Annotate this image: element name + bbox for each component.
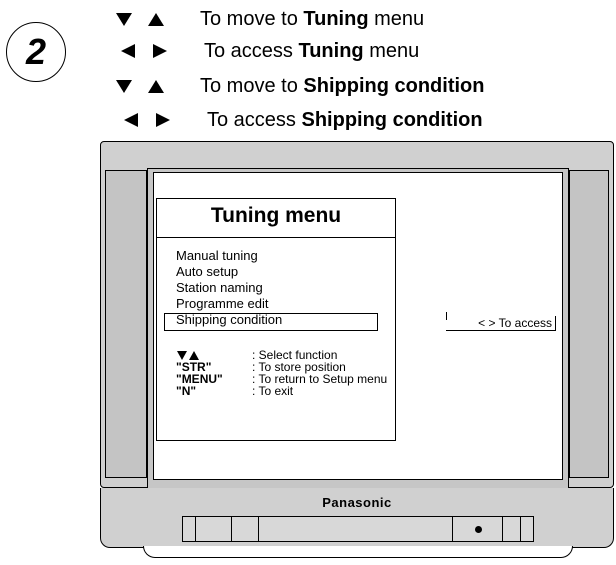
tv-side-panel-right (569, 170, 609, 478)
control-divider (258, 516, 259, 542)
down-up-arrows-icon (115, 77, 190, 95)
instruction-row: To access Tuning menu (119, 38, 419, 64)
menu-item-manual-tuning[interactable]: Manual tuning (176, 248, 282, 264)
control-divider (502, 516, 503, 542)
menu-item-station-naming[interactable]: Station naming (176, 280, 282, 296)
brand-logo: Panasonic (322, 495, 392, 510)
control-divider (231, 516, 232, 542)
control-divider (195, 516, 196, 542)
step-number: 2 (6, 22, 66, 82)
menu-item-auto-setup[interactable]: Auto setup (176, 264, 282, 280)
access-hint: < > To access (446, 316, 556, 331)
help-key-n: "N" (176, 384, 197, 398)
selection-highlight (164, 313, 378, 331)
instruction-text: To move to Shipping condition (200, 74, 485, 97)
tv-side-panel-left (105, 170, 147, 478)
power-indicator-icon (475, 526, 482, 533)
help-row: "N" : To exit (176, 385, 387, 397)
menu-item-programme-edit[interactable]: Programme edit (176, 296, 282, 312)
instruction-row: To move to Shipping condition (115, 73, 484, 99)
instruction-row: To access Shipping condition (122, 107, 483, 133)
instruction-text: To access Tuning menu (204, 39, 420, 62)
menu-title-divider (156, 237, 396, 238)
control-divider (520, 516, 521, 542)
instruction-row: To move to Tuning menu (115, 6, 424, 32)
left-right-arrows-icon (122, 111, 197, 129)
instruction-text: To access Shipping condition (207, 108, 483, 131)
tv-stand (143, 546, 573, 558)
help-desc: : To exit (252, 384, 294, 398)
menu-title: Tuning menu (210, 204, 342, 227)
instruction-text: To move to Tuning menu (200, 7, 425, 30)
help-legend: : Select function "STR" : To store posit… (176, 349, 387, 397)
down-up-arrows-icon (115, 10, 190, 28)
control-divider (452, 516, 453, 542)
left-right-arrows-icon (119, 42, 194, 60)
